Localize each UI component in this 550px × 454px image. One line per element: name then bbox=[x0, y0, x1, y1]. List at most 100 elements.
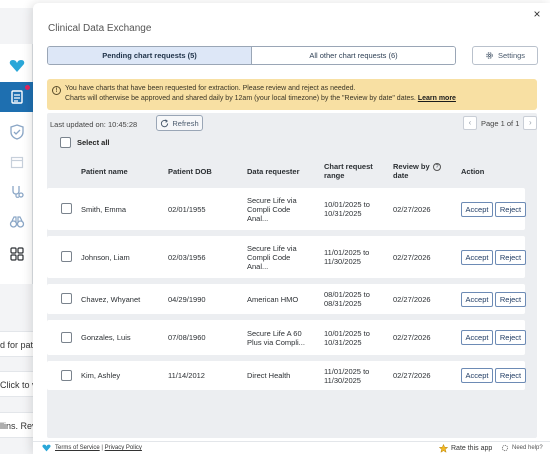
footer-links: Terms of Service | Privacy Policy bbox=[55, 445, 142, 451]
request-tabs: Pending chart requests (5) All other cha… bbox=[47, 46, 456, 65]
patient-name: Gonzales, Luis bbox=[81, 333, 131, 342]
reject-button[interactable]: Reject bbox=[495, 201, 526, 217]
data-requester: Anal... bbox=[247, 213, 269, 223]
settings-label: Settings bbox=[497, 51, 526, 60]
brand-logo-icon bbox=[3, 52, 31, 80]
shield-icon[interactable] bbox=[3, 118, 31, 146]
refresh-label: Refresh bbox=[172, 118, 199, 128]
chart-request-range: 10/31/2025 bbox=[324, 337, 362, 347]
reject-button[interactable]: Reject bbox=[495, 330, 526, 345]
patient-dob: 07/08/1960 bbox=[168, 333, 206, 342]
accept-button[interactable]: Accept bbox=[461, 330, 493, 345]
help-circle-icon[interactable]: ? bbox=[433, 163, 441, 171]
review-by-date: 02/27/2026 bbox=[393, 252, 431, 262]
patient-dob: 02/03/1956 bbox=[168, 252, 206, 262]
reject-button[interactable]: Reject bbox=[495, 291, 526, 307]
reject-button[interactable]: Reject bbox=[495, 249, 526, 265]
accept-button[interactable]: Accept bbox=[461, 249, 493, 265]
reject-button[interactable]: Reject bbox=[495, 368, 526, 383]
close-icon[interactable]: × bbox=[530, 7, 544, 21]
last-updated-text: Last updated on: 10:45:28 bbox=[50, 120, 138, 129]
clinical-data-exchange-modal: Clinical Data Exchange × Pending chart r… bbox=[33, 3, 550, 454]
column-header-action: Action bbox=[461, 167, 485, 176]
table-row: Chavez, Whyanet 04/29/1990 American HMO 08/… bbox=[47, 284, 526, 314]
patient-name: Chavez, Whyanet bbox=[81, 294, 141, 304]
data-requester: American HMO bbox=[247, 294, 299, 304]
apps-grid-icon[interactable] bbox=[3, 240, 31, 268]
select-all-checkbox[interactable] bbox=[60, 137, 71, 148]
table-header: Patient name Patient DOB Data requester … bbox=[47, 160, 537, 184]
brand-footer-logo-icon bbox=[42, 444, 51, 454]
column-header-data-requester: Data requester bbox=[247, 167, 300, 176]
data-requester: Secure Life A 60 bbox=[247, 328, 302, 338]
accept-button[interactable]: Accept bbox=[461, 368, 493, 383]
data-requester: Plus via Compli... bbox=[247, 337, 305, 347]
chart-request-range: 10/01/2025 to bbox=[324, 328, 370, 338]
stethoscope-icon[interactable] bbox=[3, 178, 31, 206]
chart-request-range: 11/30/2025 bbox=[324, 375, 361, 385]
privacy-policy-link[interactable]: Privacy Policy bbox=[105, 445, 142, 451]
tab-all-other-chart-requests[interactable]: All other chart requests (6) bbox=[252, 47, 455, 64]
data-requester: Direct Health bbox=[247, 371, 291, 380]
refresh-icon bbox=[161, 118, 169, 127]
extraction-alert: ! You have charts that have been request… bbox=[47, 79, 537, 110]
review-by-date: 02/27/2026 bbox=[393, 294, 431, 304]
row-checkbox[interactable] bbox=[61, 293, 72, 304]
chart-request-range: 10/01/2025 to bbox=[324, 200, 370, 209]
chart-request-range: 11/01/2025 to bbox=[324, 248, 370, 257]
need-help[interactable]: Need help? bbox=[501, 444, 543, 452]
column-header-patient-name: Patient name bbox=[81, 167, 128, 176]
chart-request-range: 11/01/2025 to bbox=[324, 366, 370, 376]
alert-line-1: You have charts that have been requested… bbox=[65, 85, 356, 92]
chart-request-range: 11/30/2025 bbox=[324, 257, 361, 266]
select-all-label: Select all bbox=[77, 138, 110, 147]
prev-page-button[interactable]: ‹ bbox=[463, 116, 477, 130]
refresh-button[interactable]: Refresh bbox=[156, 115, 203, 131]
column-header-review-by-date: Review by date ? bbox=[393, 162, 445, 180]
review-by-date: 02/27/2026 bbox=[393, 333, 431, 342]
accept-button[interactable]: Accept bbox=[461, 201, 493, 217]
chart-request-range: 08/01/2025 to bbox=[324, 290, 370, 299]
accept-button[interactable]: Accept bbox=[461, 291, 493, 307]
pagination: ‹ Page 1 of 1 › bbox=[463, 115, 538, 131]
settings-button[interactable]: Settings bbox=[472, 46, 538, 65]
chart-request-range: 08/31/2025 bbox=[324, 299, 362, 308]
app-footer: Terms of Service | Privacy Policy Rate t… bbox=[33, 441, 550, 454]
rate-this-app[interactable]: Rate this app bbox=[439, 444, 492, 453]
binoculars-icon[interactable] bbox=[3, 208, 31, 236]
next-page-button[interactable]: › bbox=[523, 116, 538, 130]
notification-dot-icon bbox=[25, 85, 30, 90]
star-icon bbox=[439, 444, 448, 453]
data-requester: Compli Code bbox=[247, 204, 291, 214]
table-row: Gonzales, Luis 07/08/1960 Secure Life A 60… bbox=[47, 320, 526, 355]
modal-title: Clinical Data Exchange bbox=[48, 23, 152, 34]
page-indicator: Page 1 of 1 bbox=[481, 118, 520, 128]
patient-name: Smith, Emma bbox=[81, 204, 127, 214]
info-icon: ! bbox=[52, 86, 61, 95]
tab-pending-chart-requests[interactable]: Pending chart requests (5) bbox=[48, 47, 252, 64]
data-requester: Compli Code bbox=[247, 252, 291, 262]
data-requester: Secure Life via bbox=[247, 195, 297, 205]
row-checkbox[interactable] bbox=[61, 369, 72, 381]
row-checkbox[interactable] bbox=[61, 203, 72, 214]
alert-line-2: Charts will otherwise be approved and sh… bbox=[65, 95, 456, 102]
column-header-patient-dob: Patient DOB bbox=[168, 167, 212, 176]
table-row: Smith, Emma 02/01/1955 Secure Life via Comp… bbox=[47, 188, 526, 230]
review-by-date: 02/27/2026 bbox=[393, 371, 431, 380]
patient-name: Johnson, Liam bbox=[81, 252, 130, 262]
row-checkbox[interactable] bbox=[61, 331, 72, 343]
calendar-icon[interactable] bbox=[3, 148, 31, 176]
documents-icon[interactable] bbox=[0, 82, 33, 112]
patient-name: Kim, Ashley bbox=[81, 371, 121, 380]
background-sidebar bbox=[0, 44, 33, 284]
review-by-date: 02/27/2026 bbox=[393, 204, 431, 214]
patient-dob: 04/29/1990 bbox=[168, 294, 206, 304]
data-requester: Secure Life via bbox=[247, 243, 297, 253]
row-checkbox[interactable] bbox=[61, 251, 72, 262]
gear-icon bbox=[486, 52, 493, 59]
patient-dob: 02/01/1955 bbox=[168, 204, 206, 214]
terms-of-service-link[interactable]: Terms of Service bbox=[55, 445, 100, 451]
data-requester: Anal... bbox=[247, 261, 269, 271]
learn-more-link[interactable]: Learn more bbox=[418, 95, 456, 102]
select-all: Select all bbox=[60, 137, 110, 148]
